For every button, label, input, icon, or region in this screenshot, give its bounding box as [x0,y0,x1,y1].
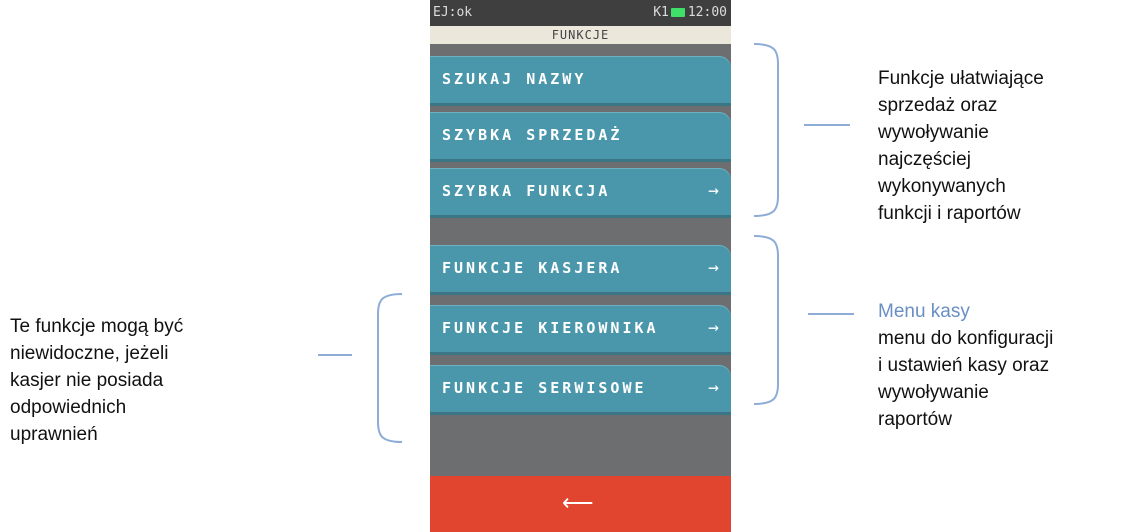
status-bar: EJ:ok K1 12:00 [430,0,731,26]
note-line: Te funkcje mogą być [10,316,184,337]
left-annotation: Te funkcje mogą być niewidoczne, jeżeli … [10,313,183,448]
arrow-right-icon: → [708,377,719,398]
note-line: najczęściej [878,149,971,170]
note-line: menu do konfiguracji [878,328,1054,349]
device-screen: EJ:ok K1 12:00 FUNKCJE SZUKAJ NAZWY SZYB… [430,0,731,532]
menu-kasy-heading: Menu kasy [878,301,970,322]
left-bracket [377,293,403,443]
note-line: Funkcje ułatwiające [878,68,1044,89]
right-bottom-connector [808,313,854,315]
menu-item-label: FUNKCJE KIEROWNIKA [442,319,659,337]
note-line: wywoływanie [878,382,989,403]
right-bottom-annotation: Menu kasy menu do konfiguracji i ustawie… [878,298,1053,433]
right-top-bracket [753,43,779,217]
menu-item-szybka-funkcja[interactable]: SZYBKA FUNKCJA → [430,168,731,218]
note-line: wykonywanych [878,176,1006,197]
note-line: wywoływanie [878,122,989,143]
note-line: niewidoczne, jeżeli [10,343,169,364]
menu-item-label: FUNKCJE KASJERA [442,259,623,277]
note-line: funkcji i raportów [878,203,1021,224]
right-bottom-bracket [753,235,779,405]
menu-item-label: FUNKCJE SERWISOWE [442,379,647,397]
menu-item-label: SZYBKA SPRZEDAŻ [442,126,623,144]
status-right: K1 12:00 [653,5,727,20]
back-arrow-icon: ⟵ [562,490,594,515]
menu-item-label: SZYBKA FUNKCJA [442,182,611,200]
menu-item-funkcje-serwisowe[interactable]: FUNKCJE SERWISOWE → [430,365,731,415]
right-top-connector [804,124,850,126]
note-line: uprawnień [10,424,98,445]
menu-item-szukaj-nazwy[interactable]: SZUKAJ NAZWY [430,56,731,106]
menu-item-funkcje-kasjera[interactable]: FUNKCJE KASJERA → [430,245,731,295]
note-line: i ustawień kasy oraz [878,355,1050,376]
empty-area [430,416,731,476]
note-line: raportów [878,409,952,430]
arrow-right-icon: → [708,180,719,201]
battery-icon [670,8,685,17]
screen-title: FUNKCJE [430,26,731,44]
back-button[interactable]: ⟵ [430,476,731,532]
clock: 12:00 [687,5,727,20]
arrow-right-icon: → [708,317,719,338]
menu-item-label: SZUKAJ NAZWY [442,70,587,88]
menu-item-szybka-sprzedaz[interactable]: SZYBKA SPRZEDAŻ [430,112,731,162]
right-top-annotation: Funkcje ułatwiające sprzedaż oraz wywoły… [878,65,1044,227]
note-line: kasjer nie posiada [10,370,164,391]
note-line: sprzedaż oraz [878,95,998,116]
ej-status: EJ:ok [433,5,473,20]
left-connector [318,354,352,356]
k1-indicator: K1 [653,5,669,20]
menu-item-funkcje-kierownika[interactable]: FUNKCJE KIEROWNIKA → [430,305,731,355]
arrow-right-icon: → [708,257,719,278]
note-line: odpowiednich [10,397,127,418]
